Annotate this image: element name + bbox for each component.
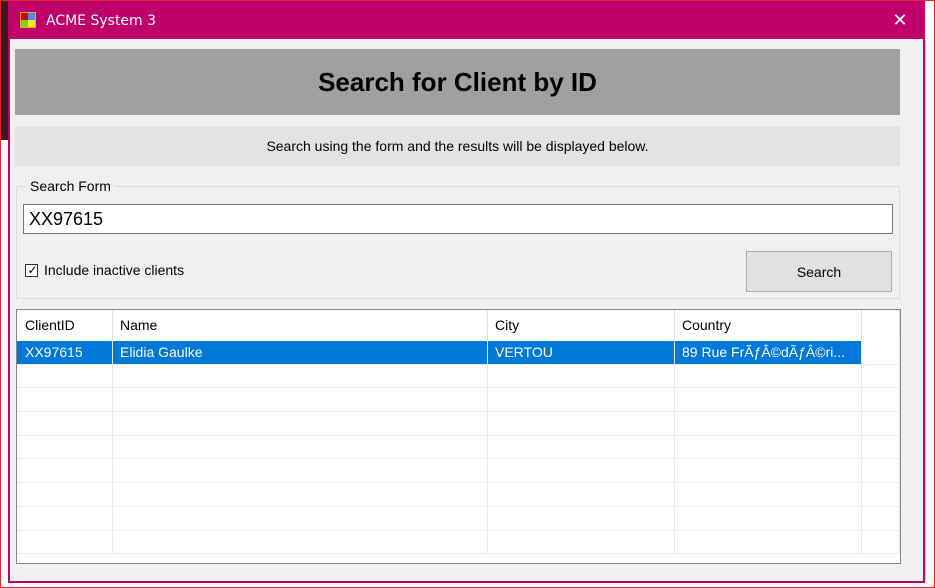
cell-clientid[interactable]: XX97615 bbox=[17, 341, 113, 365]
cell-country[interactable]: 89 Rue FrÃƒÂ©dÃƒÂ©ri... bbox=[675, 341, 862, 365]
empty-cell bbox=[675, 483, 862, 507]
empty-cell bbox=[113, 435, 488, 460]
empty-cell bbox=[862, 364, 900, 389]
column-header-country[interactable]: Country bbox=[675, 310, 862, 341]
empty-cell bbox=[113, 388, 488, 413]
empty-cell bbox=[113, 506, 488, 531]
column-header-filler bbox=[862, 310, 900, 341]
background-window-edge bbox=[0, 0, 8, 140]
empty-row bbox=[17, 412, 900, 436]
column-header-city[interactable]: City bbox=[488, 310, 675, 341]
empty-row bbox=[17, 364, 900, 389]
column-header-clientid[interactable]: ClientID bbox=[17, 310, 113, 341]
window-title: ACME System 3 bbox=[46, 13, 157, 29]
cell-city[interactable]: VERTOU bbox=[488, 341, 675, 365]
empty-cell bbox=[488, 388, 675, 413]
empty-cell bbox=[17, 530, 113, 555]
checkmark-icon: ✓ bbox=[27, 262, 38, 277]
empty-cell bbox=[17, 412, 113, 436]
window-resize-edge bbox=[925, 40, 935, 580]
empty-cell bbox=[675, 459, 862, 484]
close-button[interactable]: ✕ bbox=[877, 2, 923, 39]
empty-cell bbox=[17, 364, 113, 389]
client-id-input[interactable] bbox=[23, 204, 893, 234]
empty-cell bbox=[17, 459, 113, 484]
empty-cell bbox=[862, 459, 900, 484]
empty-row bbox=[17, 483, 900, 507]
empty-cell bbox=[488, 412, 675, 436]
header-panel: Search for Client by ID bbox=[15, 49, 900, 115]
empty-cell bbox=[862, 435, 900, 460]
cell-filler bbox=[862, 341, 900, 365]
empty-cell bbox=[862, 530, 900, 555]
empty-cell bbox=[675, 435, 862, 460]
empty-cell bbox=[17, 506, 113, 531]
info-panel: Search using the form and the results wi… bbox=[15, 126, 900, 166]
empty-cell bbox=[675, 364, 862, 389]
empty-row bbox=[17, 388, 900, 413]
checkbox-box[interactable]: ✓ bbox=[25, 262, 38, 277]
cell-name[interactable]: Elidia Gaulke bbox=[113, 341, 488, 365]
close-icon: ✕ bbox=[892, 10, 908, 31]
include-inactive-label[interactable]: Include inactive clients bbox=[44, 262, 184, 278]
app-window-icon bbox=[20, 12, 36, 28]
search-button[interactable]: Search bbox=[746, 251, 892, 292]
empty-row bbox=[17, 506, 900, 531]
empty-row bbox=[17, 530, 900, 555]
include-inactive-checkbox[interactable]: ✓ Include inactive clients bbox=[25, 262, 184, 278]
empty-cell bbox=[488, 506, 675, 531]
empty-cell bbox=[488, 459, 675, 484]
empty-cell bbox=[675, 412, 862, 436]
empty-cell bbox=[488, 364, 675, 389]
empty-cell bbox=[862, 388, 900, 413]
empty-cell bbox=[17, 483, 113, 507]
empty-row bbox=[17, 435, 900, 460]
page-title: Search for Client by ID bbox=[318, 66, 597, 97]
title-bar[interactable]: ACME System 3 ✕ bbox=[10, 2, 923, 39]
empty-cell bbox=[675, 530, 862, 555]
column-header-name[interactable]: Name bbox=[113, 310, 488, 341]
empty-cell bbox=[113, 364, 488, 389]
empty-cell bbox=[862, 506, 900, 531]
table-row[interactable]: XX97615 Elidia Gaulke VERTOU 89 Rue FrÃƒ… bbox=[17, 341, 900, 365]
empty-cell bbox=[675, 388, 862, 413]
info-text: Search using the form and the results wi… bbox=[266, 138, 649, 154]
empty-cell bbox=[113, 412, 488, 436]
empty-cell bbox=[488, 435, 675, 460]
search-form-legend: Search Form bbox=[26, 178, 115, 194]
empty-cell bbox=[862, 483, 900, 507]
grid-header: ClientID Name City Country bbox=[17, 310, 900, 341]
empty-row bbox=[17, 459, 900, 484]
empty-cell bbox=[113, 459, 488, 484]
empty-cell bbox=[675, 506, 862, 531]
empty-cell bbox=[862, 412, 900, 436]
empty-cell bbox=[488, 530, 675, 555]
results-grid[interactable]: ClientID Name City Country XX97615 Elidi… bbox=[16, 309, 901, 564]
empty-cell bbox=[17, 388, 113, 413]
empty-cell bbox=[113, 530, 488, 555]
empty-cell bbox=[488, 483, 675, 507]
empty-cell bbox=[113, 483, 488, 507]
empty-cell bbox=[17, 435, 113, 460]
grid-body: XX97615 Elidia Gaulke VERTOU 89 Rue FrÃƒ… bbox=[17, 341, 900, 555]
